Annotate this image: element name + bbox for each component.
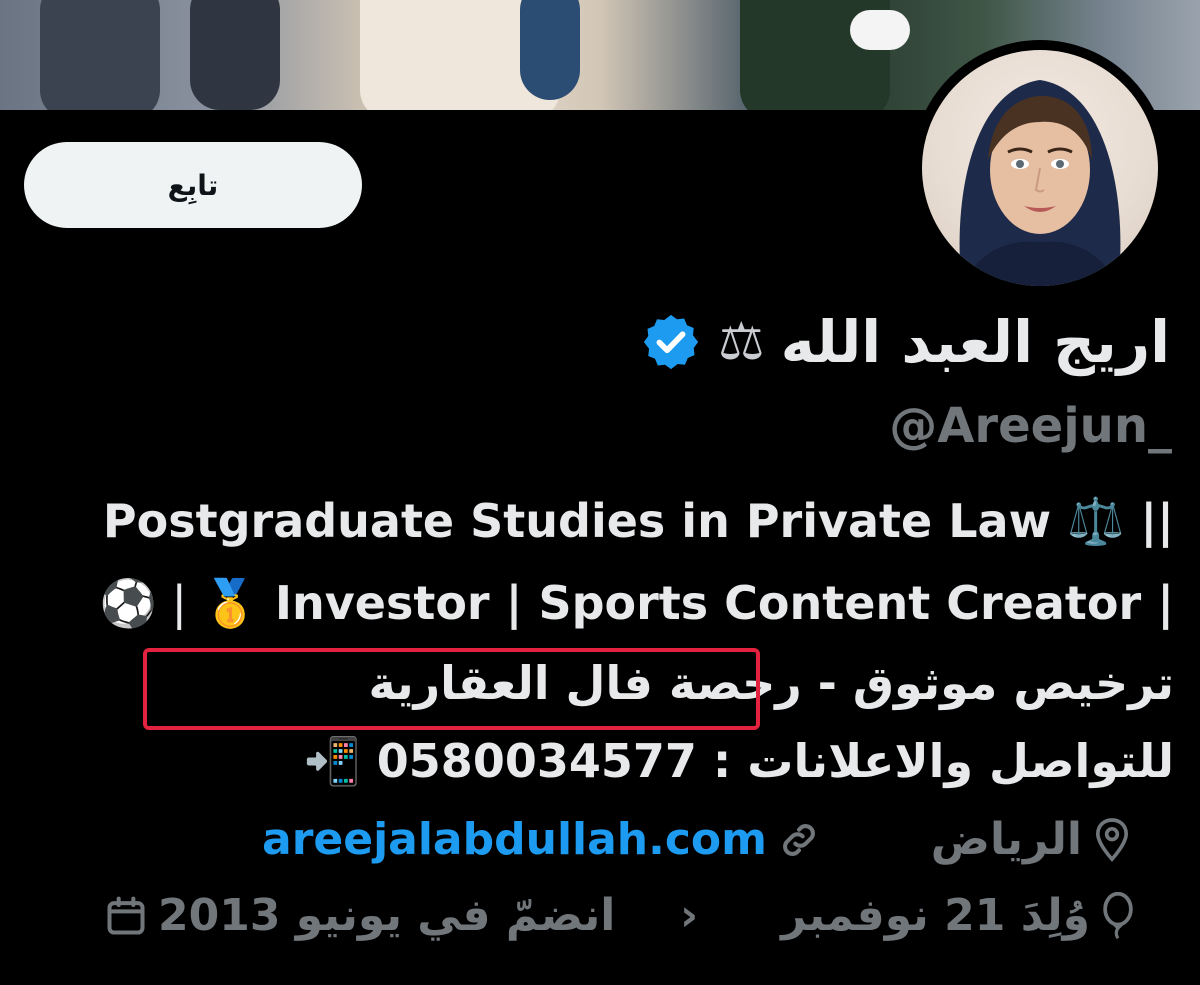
bio-line-2-emojis: ⚽️ | 🥇 — [99, 576, 259, 630]
verified-badge-icon[interactable] — [640, 311, 702, 373]
banner-figure-right-2 — [850, 10, 910, 50]
birthday-text: وُلِدَ 21 نوفمبر — [781, 890, 1090, 941]
profile-location: الرياض — [931, 814, 1132, 865]
bio-line-2: ⚽️ | 🥇 Investor | Sports Content Creator… — [100, 576, 1174, 631]
display-name: اريج العبد الله — [780, 308, 1170, 376]
chevron-right-icon: › — [680, 890, 699, 941]
bio-line-1: Postgraduate Studies in Private Law ⚖️ |… — [102, 494, 1174, 548]
scales-icon: ⚖ — [718, 312, 765, 372]
banner-figure-left-2 — [190, 0, 280, 110]
avatar-portrait — [959, 80, 1121, 286]
location-pin-icon — [1095, 817, 1129, 862]
bio-line-4: للتواصل والاعلانات : 0580034577 📲 — [303, 734, 1175, 788]
profile-website[interactable]: areejalabdullah.com — [262, 814, 821, 865]
banner-figure-left — [40, 0, 160, 110]
profile-joined: انضمّ في يونيو 2013 — [104, 890, 615, 941]
balloon-icon — [1103, 891, 1133, 939]
profile-avatar[interactable] — [912, 40, 1168, 296]
location-text: الرياض — [930, 814, 1082, 865]
profile-birthday: وُلِدَ 21 نوفمبر — [781, 890, 1136, 941]
bio-line-3: ترخيص موثوق - رخصة فال العقارية — [368, 656, 1175, 710]
profile-handle: @Areejun_ — [889, 398, 1172, 454]
banner-figure-center-2 — [520, 0, 580, 100]
bio-line-2-text: Investor | Sports Content Creator | — [274, 576, 1174, 630]
calendar-icon — [107, 896, 145, 935]
link-icon — [783, 823, 815, 856]
avatar-image — [922, 50, 1158, 286]
profile-name-row: اريج العبد الله ⚖ — [640, 302, 1170, 382]
website-link[interactable]: areejalabdullah.com — [262, 814, 767, 865]
follow-button[interactable]: تابِع — [24, 142, 362, 228]
joined-text: انضمّ في يونيو 2013 — [158, 890, 616, 941]
